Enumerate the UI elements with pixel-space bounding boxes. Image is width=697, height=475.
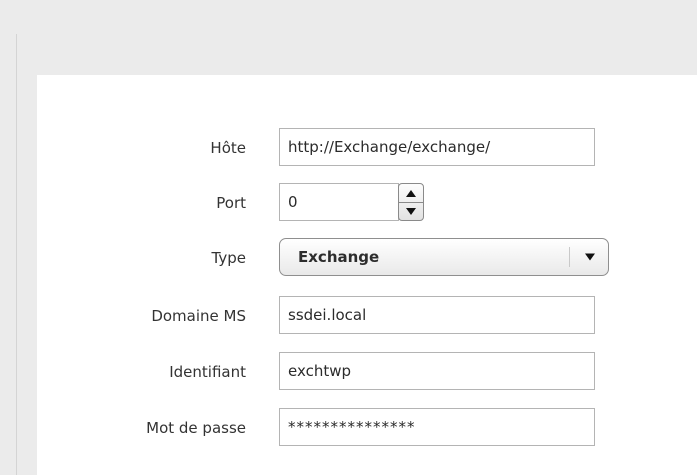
password-label: Mot de passe [146,419,246,437]
identifier-row: Identifiant [37,352,697,392]
domain-label: Domaine MS [151,307,246,325]
type-selected-value: Exchange [298,248,380,266]
select-divider [569,247,570,267]
type-row: Type Exchange [37,238,697,278]
port-increment-button[interactable] [399,184,423,203]
host-label: Hôte [210,139,246,157]
dialog-background: Hôte Port Type Exchange [0,0,697,475]
password-input[interactable] [279,408,595,446]
password-row: Mot de passe [37,408,697,448]
type-select[interactable]: Exchange [279,238,609,276]
domain-input[interactable] [279,296,595,334]
frame-border [16,34,17,475]
port-row: Port [37,183,697,223]
port-stepper[interactable] [398,183,424,221]
identifier-label: Identifiant [169,363,246,381]
chevron-down-icon [585,253,595,261]
triangle-down-icon [406,207,416,215]
identifier-input[interactable] [279,352,595,390]
triangle-up-icon [406,189,416,197]
port-label: Port [216,194,246,212]
port-input[interactable] [279,183,399,221]
connection-settings-panel: Hôte Port Type Exchange [37,75,697,475]
host-input[interactable] [279,128,595,166]
domain-row: Domaine MS [37,296,697,336]
port-decrement-button[interactable] [399,202,423,220]
type-label: Type [211,249,246,267]
host-row: Hôte [37,128,697,168]
